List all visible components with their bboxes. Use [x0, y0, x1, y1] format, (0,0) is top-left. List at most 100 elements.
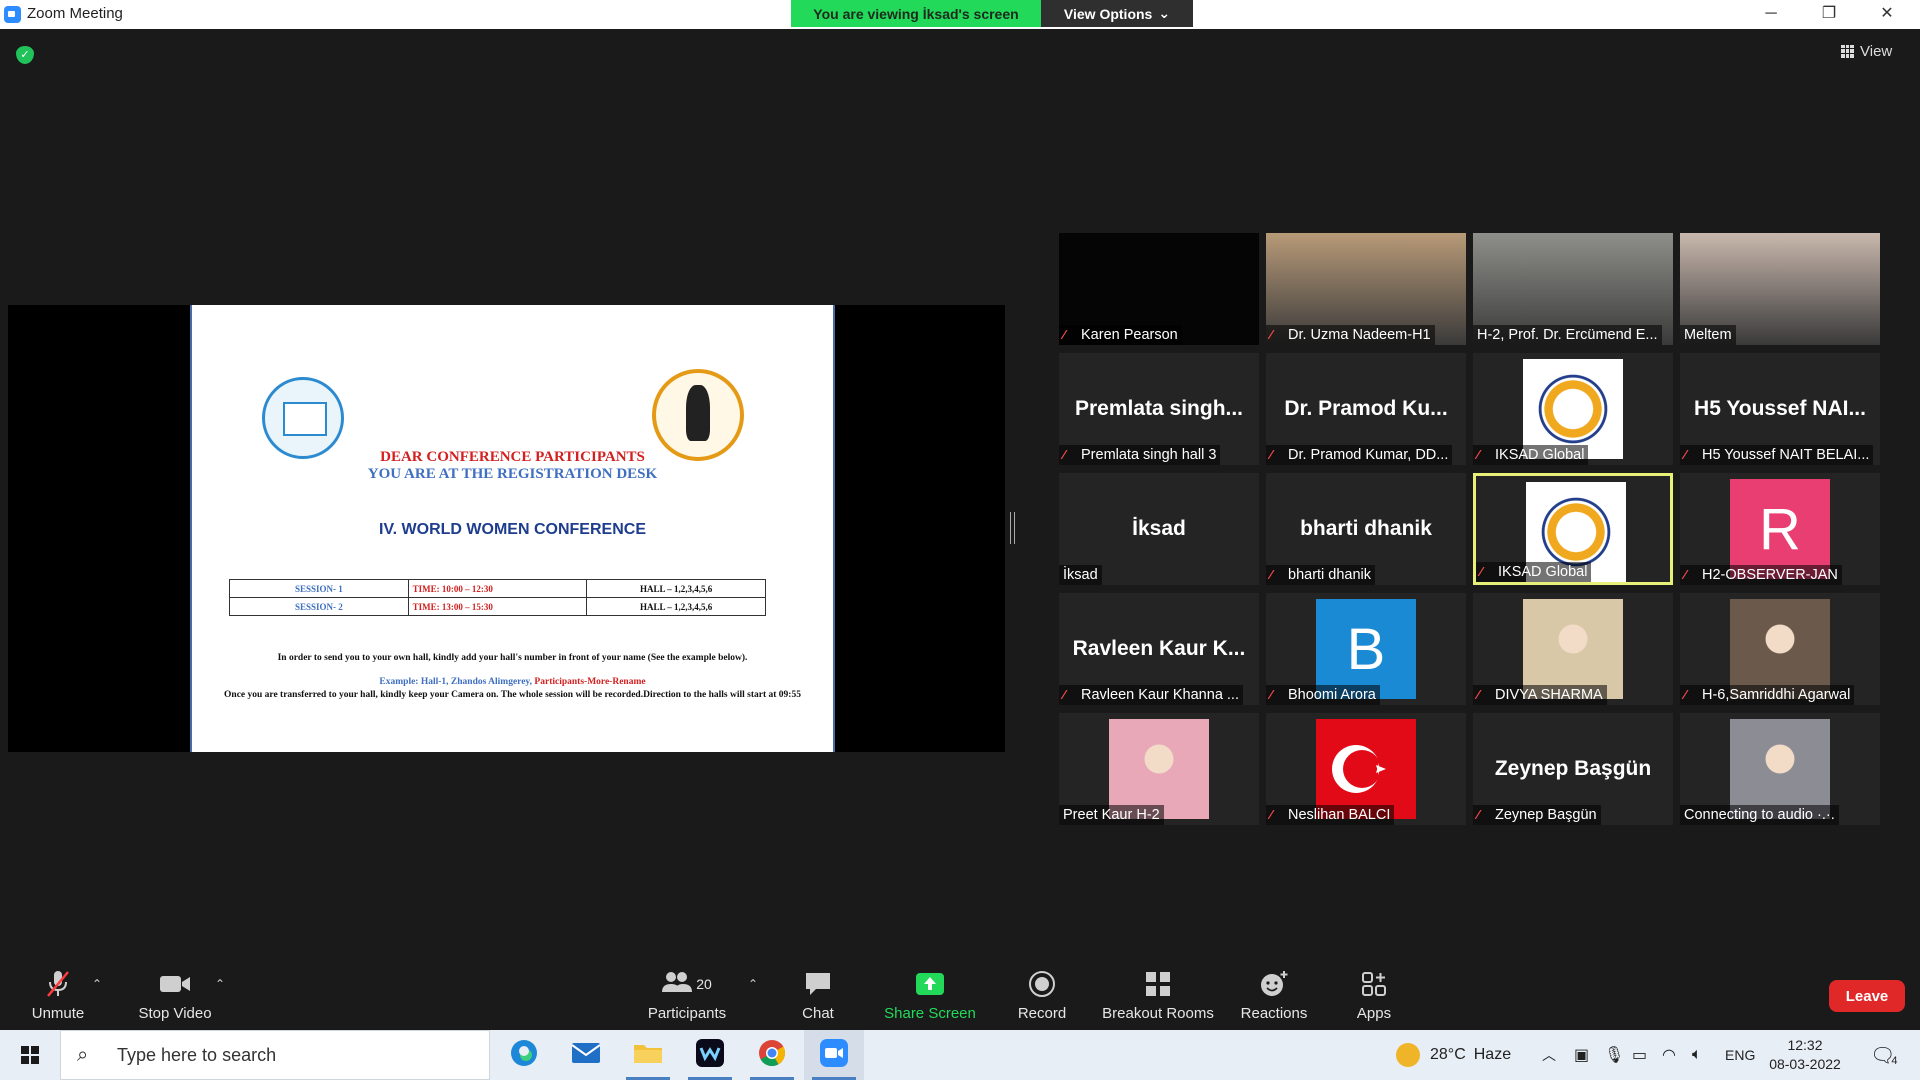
participant-tile[interactable]: ⁄ Neslihan BALCI [1266, 713, 1466, 825]
meet-now-icon[interactable]: ▣ [1574, 1030, 1589, 1080]
profile-picture [1523, 599, 1623, 699]
participant-name: Dr. Pramod Kumar, DD... [1288, 447, 1449, 463]
participant-name: H5 Youssef NAIT BELAI... [1702, 447, 1870, 463]
reactions-button[interactable]: Reactions [1236, 955, 1312, 1030]
shared-screen[interactable]: DEAR CONFERENCE PARTICIPANTS YOU ARE AT … [8, 305, 1005, 752]
participant-name: Bhoomi Arora [1288, 687, 1376, 703]
clock-time: 12:32 [1787, 1037, 1823, 1053]
wifi-icon[interactable]: ◠ [1662, 1030, 1676, 1080]
participant-name: Connecting to audio ·.·. [1684, 807, 1835, 823]
taskbar-search-input[interactable]: ⌕ Type here to search [60, 1030, 490, 1080]
minimize-icon[interactable]: ─ [1748, 2, 1794, 26]
close-icon[interactable]: ✕ [1864, 2, 1910, 26]
microphone-muted-icon: ⁄ [1684, 687, 1687, 702]
participant-tile[interactable]: R ⁄ H2-OBSERVER-JAN [1680, 473, 1880, 585]
participant-tile[interactable]: H-2, Prof. Dr. Ercümend E... [1473, 233, 1673, 345]
taskbar-edge-app[interactable] [494, 1030, 554, 1080]
volume-icon[interactable]: 🔈︎ [1692, 1030, 1702, 1080]
audio-options-chevron-icon[interactable]: ⌃ [92, 977, 102, 991]
chevron-down-icon: ⌄ [1158, 5, 1171, 21]
table-row: SESSION- 1 TIME: 10:00 – 12:30 HALL – 1,… [229, 579, 766, 598]
participant-tile[interactable]: B ⁄ Bhoomi Arora [1266, 593, 1466, 705]
participant-tile[interactable]: ⁄ Karen Pearson [1059, 233, 1259, 345]
participant-tile[interactable]: Connecting to audio ·.·. [1680, 713, 1880, 825]
notifications-icon[interactable]: 🗨︎ 4 [1870, 1030, 1898, 1080]
time-cell: TIME: 10:00 – 12:30 [407, 579, 588, 598]
microphone-icon[interactable]: 🎙︎ [1604, 1030, 1624, 1080]
participant-tile[interactable]: ⁄ IKSAD Global [1473, 353, 1673, 465]
encryption-shield-icon[interactable]: ✓ [16, 46, 34, 64]
participant-tile[interactable]: Meltem [1680, 233, 1880, 345]
avatar-initial: B [1316, 599, 1416, 699]
slide-instruction: In order to send you to your own hall, k… [277, 653, 748, 663]
search-placeholder: Type here to search [117, 1044, 277, 1065]
chat-button[interactable]: Chat [788, 955, 848, 1030]
record-button[interactable]: Record [1010, 955, 1074, 1030]
video-camera-icon [159, 969, 191, 999]
view-layout-button[interactable]: View [1841, 38, 1913, 64]
webex-icon [695, 1038, 725, 1073]
taskbar-file-explorer-app[interactable] [618, 1030, 678, 1080]
microphone-muted-icon: ⁄ [1270, 327, 1273, 342]
apps-label: Apps [1356, 1005, 1392, 1022]
leave-button[interactable]: Leave [1829, 980, 1905, 1012]
participant-tile[interactable]: Premlata singh... ⁄ Premlata singh hall 3 [1059, 353, 1259, 465]
taskbar-zoom-app[interactable] [804, 1030, 864, 1080]
participant-name-label: H-2, Prof. Dr. Ercümend E... [1473, 325, 1662, 345]
video-options-chevron-icon[interactable]: ⌃ [215, 977, 225, 991]
restore-icon[interactable]: ❐ [1806, 2, 1852, 26]
participant-name-label: ⁄ Dr. Pramod Kumar, DD... [1266, 445, 1453, 465]
microphone-muted-icon: ⁄ [1480, 564, 1483, 579]
taskbar-mail-app[interactable] [556, 1030, 616, 1080]
participant-tile[interactable]: bharti dhanik ⁄ bharti dhanik [1266, 473, 1466, 585]
start-button[interactable] [0, 1030, 60, 1080]
participant-tile[interactable]: ⁄ H-6,Samriddhi Agarwal [1680, 593, 1880, 705]
taskbar-chrome-app[interactable] [742, 1030, 802, 1080]
participant-tile[interactable]: H5 Youssef NAI... ⁄ H5 Youssef NAIT BELAI.… [1680, 353, 1880, 465]
show-hidden-icons-chevron-icon[interactable]: ︿ [1542, 1030, 1556, 1080]
microphone-muted-icon: ⁄ [1270, 687, 1273, 702]
participant-tile[interactable]: Dr. Pramod Ku... ⁄ Dr. Pramod Kumar, DD... [1266, 353, 1466, 465]
taskbar-webex-app[interactable] [680, 1030, 740, 1080]
participants-button[interactable]: 20 Participants [642, 955, 732, 1030]
participant-tile[interactable]: ⁄ IKSAD Global [1473, 473, 1673, 585]
slide-example: Example: Hall-1, Zhandos Alimgerey, Part… [212, 677, 813, 687]
participant-tile[interactable]: Ravleen Kaur K... ⁄ Ravleen Kaur Khanna ..… [1059, 593, 1259, 705]
unmute-label: Unmute [31, 1005, 85, 1022]
participant-name-label: ⁄ Karen Pearson [1059, 325, 1182, 345]
participant-name-label: ⁄ bharti dhanik [1266, 565, 1376, 585]
participant-name-label: ⁄ Zeynep Başgün [1473, 805, 1601, 825]
participant-tile[interactable]: ⁄ DIVYA SHARMA [1473, 593, 1673, 705]
stop-video-button[interactable]: Stop Video [130, 955, 220, 1030]
language-indicator[interactable]: ENG [1725, 1030, 1755, 1080]
participant-tile[interactable]: Preet Kaur H-2 [1059, 713, 1259, 825]
weather-widget[interactable]: 28°C Haze [1396, 1030, 1511, 1080]
microphone-muted-icon: ⁄ [1270, 447, 1273, 462]
participant-tile[interactable]: İksad İksad [1059, 473, 1259, 585]
microphone-muted-icon [45, 969, 71, 999]
chat-label: Chat [802, 1005, 834, 1022]
participants-options-chevron-icon[interactable]: ⌃ [748, 977, 758, 991]
participant-tile[interactable]: ⁄ Dr. Uzma Nadeem-H1 [1266, 233, 1466, 345]
iksad-institute-logo [652, 369, 744, 461]
battery-icon[interactable]: ▭ [1632, 1030, 1647, 1080]
microphone-muted-icon: ⁄ [1477, 687, 1480, 702]
unmute-button[interactable]: Unmute [22, 955, 94, 1030]
apps-button[interactable]: Apps [1348, 955, 1400, 1030]
participant-name-label: ⁄ DIVYA SHARMA [1473, 685, 1607, 705]
participant-tile[interactable]: Zeynep Başgün ⁄ Zeynep Başgün [1473, 713, 1673, 825]
presentation-slide: DEAR CONFERENCE PARTICIPANTS YOU ARE AT … [190, 305, 835, 752]
notification-count: 4 [1891, 1055, 1898, 1067]
microphone-muted-icon: ⁄ [1684, 447, 1687, 462]
reactions-label: Reactions [1240, 1005, 1308, 1022]
breakout-rooms-button[interactable]: Breakout Rooms [1098, 955, 1218, 1030]
resize-handle[interactable] [1010, 512, 1015, 544]
participant-name: IKSAD Global [1498, 564, 1588, 580]
share-screen-button[interactable]: Share Screen [880, 955, 980, 1030]
clock[interactable]: 12:32 08-03-2022 [1766, 1030, 1844, 1080]
view-options-button[interactable]: View Options ⌄ [1041, 0, 1193, 27]
chat-icon [804, 969, 832, 999]
share-screen-label: Share Screen [884, 1005, 976, 1022]
edge-browser-icon [509, 1038, 539, 1073]
participant-name-label: Connecting to audio ·.·. [1680, 805, 1839, 825]
